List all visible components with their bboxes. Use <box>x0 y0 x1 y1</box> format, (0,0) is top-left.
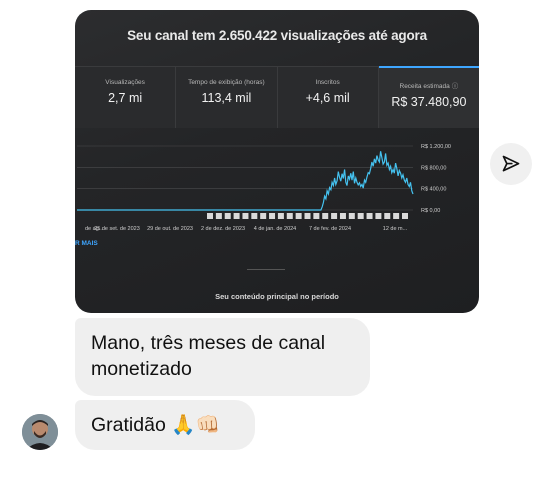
x-tick-label: 29 de out. de 2023 <box>147 226 193 232</box>
send-icon <box>502 155 520 172</box>
stat-label: Inscritos <box>315 79 340 86</box>
annotation-marker <box>366 213 373 219</box>
stat-value: +4,6 mil <box>305 91 350 105</box>
x-tick-label: 4 de jan. de 2024 <box>254 226 297 232</box>
annotation-marker <box>339 213 346 219</box>
annotation-marker <box>393 213 400 219</box>
chart-markers <box>207 213 408 219</box>
avatar[interactable] <box>22 414 58 450</box>
x-tick-label: 12 de m... <box>383 226 408 232</box>
message-text-line: Mano, três meses de canal <box>91 332 326 354</box>
annotation-marker <box>375 213 382 219</box>
annotation-marker <box>313 213 320 219</box>
stat-subscribers: Inscritos +4,6 mil <box>277 66 379 128</box>
series-line <box>77 151 414 211</box>
stats-row: Visualizações 2,7 mi Tempo de exibição (… <box>75 66 479 128</box>
x-tick-label: 25 de set. de 2023 <box>94 226 140 232</box>
annotation-marker <box>260 213 267 219</box>
annotation-marker <box>215 213 222 219</box>
annotation-marker <box>286 213 293 219</box>
y-tick-label: R$ 800,00 <box>421 165 446 171</box>
stat-value: 113,4 mil <box>201 91 252 105</box>
y-tick-label: R$ 1.200,00 <box>421 144 451 150</box>
annotation-marker <box>277 213 284 219</box>
stat-label: Tempo de exibição (horas) <box>188 79 265 86</box>
stat-label-text: Receita estimada <box>399 83 450 90</box>
divider <box>247 269 285 270</box>
annotation-marker <box>322 213 329 219</box>
annotation-marker <box>233 213 240 219</box>
annotation-marker <box>304 213 311 219</box>
stat-label: Receita estimada ⓘ <box>379 80 479 90</box>
stat-revenue: Receita estimada ⓘ R$ 37.480,90 <box>378 66 479 128</box>
annotation-marker <box>348 213 355 219</box>
avatar-image <box>22 414 58 450</box>
see-more-link: R MAIS <box>75 240 98 247</box>
stat-value: 2,7 mi <box>108 91 143 105</box>
x-tick-label: 2 de dez. de 2023 <box>201 226 245 232</box>
annotation-marker <box>402 213 408 219</box>
share-button[interactable] <box>490 143 532 185</box>
annotation-marker <box>269 213 276 219</box>
y-axis-ticks: R$ 1.200,00 R$ 800,00 R$ 400,00 R$ 0,00 <box>421 144 451 214</box>
x-axis-ticks: de ag...25 de set. de 2023 29 de out. de … <box>85 226 408 232</box>
y-tick-label: R$ 0,00 <box>421 208 440 214</box>
annotation-marker <box>357 213 364 219</box>
info-icon: ⓘ <box>451 83 459 90</box>
annotation-marker <box>224 213 231 219</box>
message-bubble[interactable]: Mano, três meses de canal monetizado <box>75 318 370 396</box>
main-content-footer: Seu conteúdo principal no período <box>215 292 339 301</box>
photo-message[interactable]: Seu canal tem 2.650.422 visualizações at… <box>75 10 479 313</box>
message-text-line: monetizado <box>91 358 192 380</box>
stat-label: Visualizações <box>105 79 145 86</box>
message-text: Gratidão 🙏👊🏻 <box>91 414 220 436</box>
y-tick-label: R$ 400,00 <box>421 187 446 193</box>
annotation-marker <box>242 213 249 219</box>
message-bubble[interactable]: Gratidão 🙏👊🏻 <box>75 400 255 450</box>
channel-views-headline: Seu canal tem 2.650.422 visualizações at… <box>127 28 427 43</box>
annotation-marker <box>251 213 258 219</box>
stat-watch-time: Tempo de exibição (horas) 113,4 mil <box>176 66 278 128</box>
stat-value: R$ 37.480,90 <box>391 95 467 109</box>
chart-grid <box>77 145 413 211</box>
annotation-marker <box>295 213 302 219</box>
annotation-marker <box>384 213 391 219</box>
annotation-marker <box>331 213 338 219</box>
stat-views: Visualizações 2,7 mi <box>75 66 177 128</box>
annotation-marker <box>207 213 213 219</box>
x-tick-label: 7 de fev. de 2024 <box>309 226 351 232</box>
revenue-chart: R$ 1.200,00 R$ 800,00 R$ 400,00 R$ 0,00 de … <box>77 144 451 232</box>
